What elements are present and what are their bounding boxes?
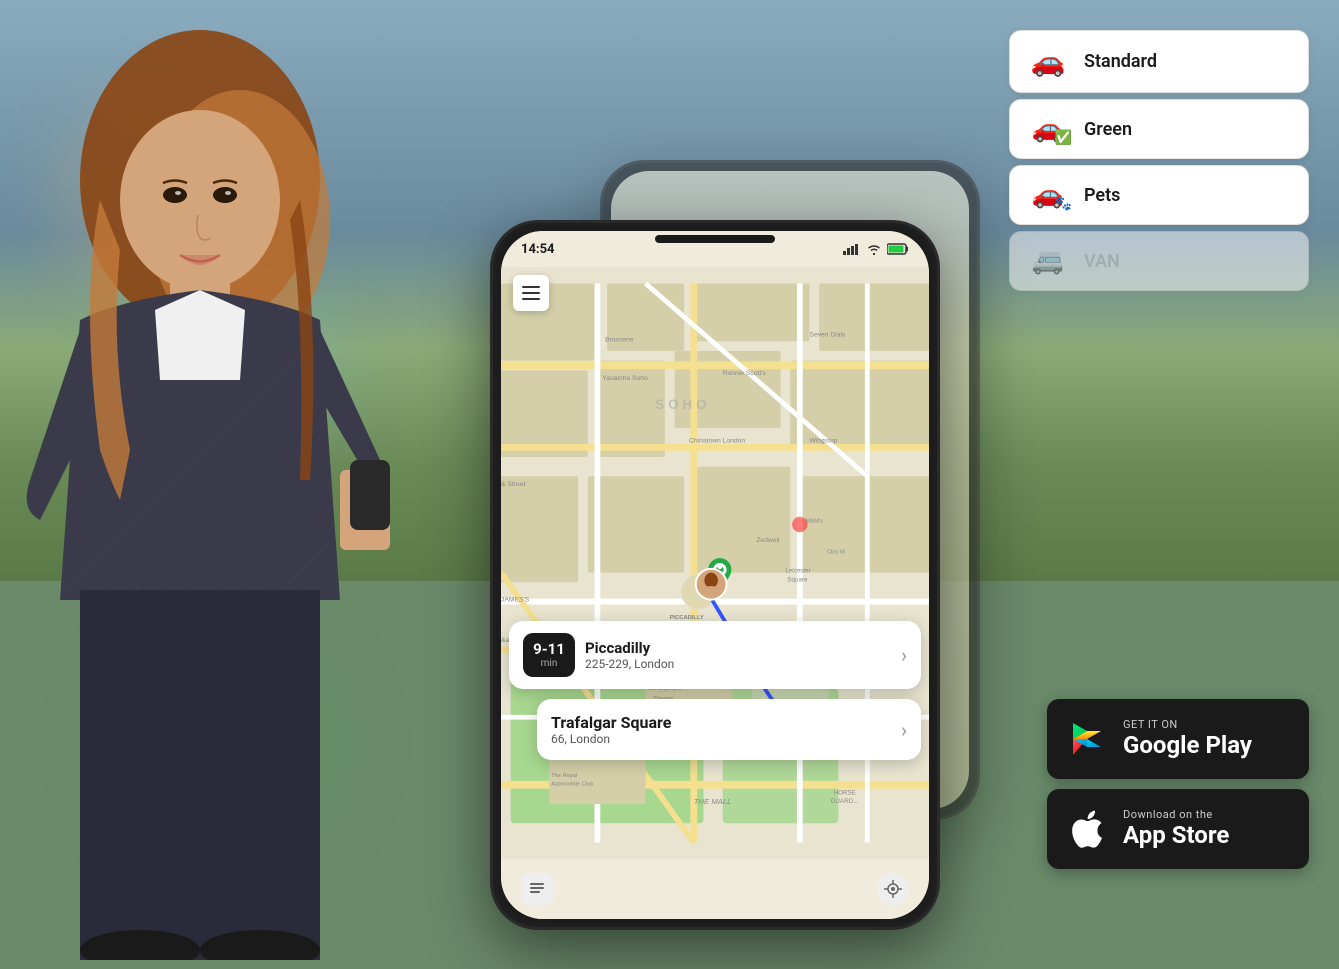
ride-option-green[interactable]: 🚗 ✅ Green bbox=[1009, 99, 1309, 159]
hamburger-line-1 bbox=[522, 286, 540, 288]
pets-car-icon-wrapper: 🚗 🐾 bbox=[1028, 180, 1068, 210]
svg-text:Square: Square bbox=[787, 576, 808, 583]
svg-text:Seven Dials: Seven Dials bbox=[809, 331, 846, 338]
ride-option-standard[interactable]: 🚗 Standard bbox=[1009, 30, 1309, 93]
ride-option-van[interactable]: 🚐 VAN bbox=[1009, 231, 1309, 291]
svg-text:Clos M: Clos M bbox=[827, 549, 845, 555]
google-play-icon bbox=[1065, 717, 1109, 761]
phone-bottom-bar bbox=[501, 859, 929, 919]
svg-text:The Royal: The Royal bbox=[551, 773, 577, 779]
battery-icon bbox=[887, 243, 909, 255]
destination-info: Trafalgar Square 66, London bbox=[551, 713, 891, 746]
ride-options-panel: 🚗 Standard 🚗 ✅ Green 🚗 🐾 Pets 🚐 VAN bbox=[1009, 30, 1309, 291]
standard-car-icon: 🚗 bbox=[1028, 45, 1068, 78]
pickup-arrow: › bbox=[901, 643, 907, 667]
person-figure bbox=[0, 0, 520, 960]
svg-text:THE MALL: THE MALL bbox=[694, 797, 732, 806]
svg-text:Leicester: Leicester bbox=[785, 568, 810, 575]
svg-text:Brasserie: Brasserie bbox=[605, 336, 634, 343]
svg-text:Ronnie Scott's: Ronnie Scott's bbox=[723, 370, 767, 377]
app-store-pre-text: Download on the bbox=[1123, 808, 1229, 821]
svg-text:PICCADILLY: PICCADILLY bbox=[670, 615, 704, 621]
svg-text:Automobile Club: Automobile Club bbox=[551, 782, 593, 788]
list-icon bbox=[528, 880, 546, 898]
pickup-address: 225-229, London bbox=[585, 657, 891, 671]
destination-address: 66, London bbox=[551, 732, 891, 746]
van-icon-wrapper: 🚐 bbox=[1028, 246, 1068, 276]
green-label: Green bbox=[1084, 119, 1132, 140]
svg-text:HORSE: HORSE bbox=[834, 789, 856, 796]
svg-text:Chinatown London: Chinatown London bbox=[689, 438, 745, 445]
svg-text:& Street: & Street bbox=[501, 481, 525, 488]
pets-label: Pets bbox=[1084, 185, 1120, 206]
time-range: 9-11 bbox=[533, 641, 565, 658]
van-icon: 🚐 bbox=[1032, 246, 1064, 276]
wifi-icon bbox=[866, 243, 882, 255]
van-label: VAN bbox=[1084, 251, 1120, 272]
svg-text:Wingstop: Wingstop bbox=[809, 438, 837, 445]
hamburger-line-3 bbox=[522, 298, 540, 300]
signal-icon bbox=[843, 243, 861, 255]
google-play-badge[interactable]: GET IT ON Google Play bbox=[1047, 699, 1309, 779]
svg-text:JAMES'S: JAMES'S bbox=[501, 597, 530, 604]
app-store-text-group: Download on the App Store bbox=[1123, 808, 1229, 850]
svg-text:SOHO: SOHO bbox=[655, 397, 710, 412]
status-icons bbox=[843, 243, 909, 255]
app-store-badge[interactable]: Download on the App Store bbox=[1047, 789, 1309, 869]
location-icon-btn[interactable] bbox=[877, 873, 909, 905]
pickup-street: Piccadilly bbox=[585, 639, 891, 657]
time-badge: 9-11 min bbox=[523, 633, 575, 677]
google-play-pre-text: GET IT ON bbox=[1123, 718, 1252, 731]
menu-button[interactable] bbox=[513, 275, 549, 311]
phone-screen: 14:54 bbox=[501, 231, 929, 919]
apple-icon bbox=[1065, 807, 1109, 851]
crosshair-icon bbox=[884, 880, 902, 898]
svg-text:Yauatcha Soho: Yauatcha Soho bbox=[602, 375, 648, 382]
google-play-main-text: Google Play bbox=[1123, 731, 1252, 760]
trip-card-pickup[interactable]: 9-11 min Piccadilly 225-229, London › bbox=[509, 621, 921, 689]
phone-notch bbox=[655, 235, 775, 243]
paw-badge: 🐾 bbox=[1055, 196, 1072, 212]
app-store-main-text: App Store bbox=[1123, 821, 1229, 850]
svg-text:GUARD...: GUARD... bbox=[831, 798, 859, 805]
google-play-text-group: GET IT ON Google Play bbox=[1123, 718, 1252, 760]
standard-label: Standard bbox=[1084, 51, 1157, 72]
eco-badge: ✅ bbox=[1055, 130, 1072, 146]
ride-option-pets[interactable]: 🚗 🐾 Pets bbox=[1009, 165, 1309, 225]
destination-arrow: › bbox=[901, 718, 907, 742]
pickup-info: Piccadilly 225-229, London bbox=[585, 639, 891, 671]
status-time: 14:54 bbox=[521, 242, 555, 257]
phone-mockup: 14:54 bbox=[490, 220, 940, 930]
hamburger-line-2 bbox=[522, 292, 540, 294]
map-area: St James's Square bbox=[501, 267, 929, 859]
svg-text:M&M's: M&M's bbox=[806, 519, 824, 525]
trip-card-destination[interactable]: Trafalgar Square 66, London › bbox=[537, 699, 921, 760]
list-icon-btn[interactable] bbox=[521, 873, 553, 905]
app-badges-section: GET IT ON Google Play Download on the Ap… bbox=[1047, 699, 1309, 869]
destination-street: Trafalgar Square bbox=[551, 713, 891, 732]
green-car-icon-wrapper: 🚗 ✅ bbox=[1028, 114, 1068, 144]
svg-text:Zedwell: Zedwell bbox=[756, 537, 780, 544]
time-unit: min bbox=[533, 658, 565, 669]
